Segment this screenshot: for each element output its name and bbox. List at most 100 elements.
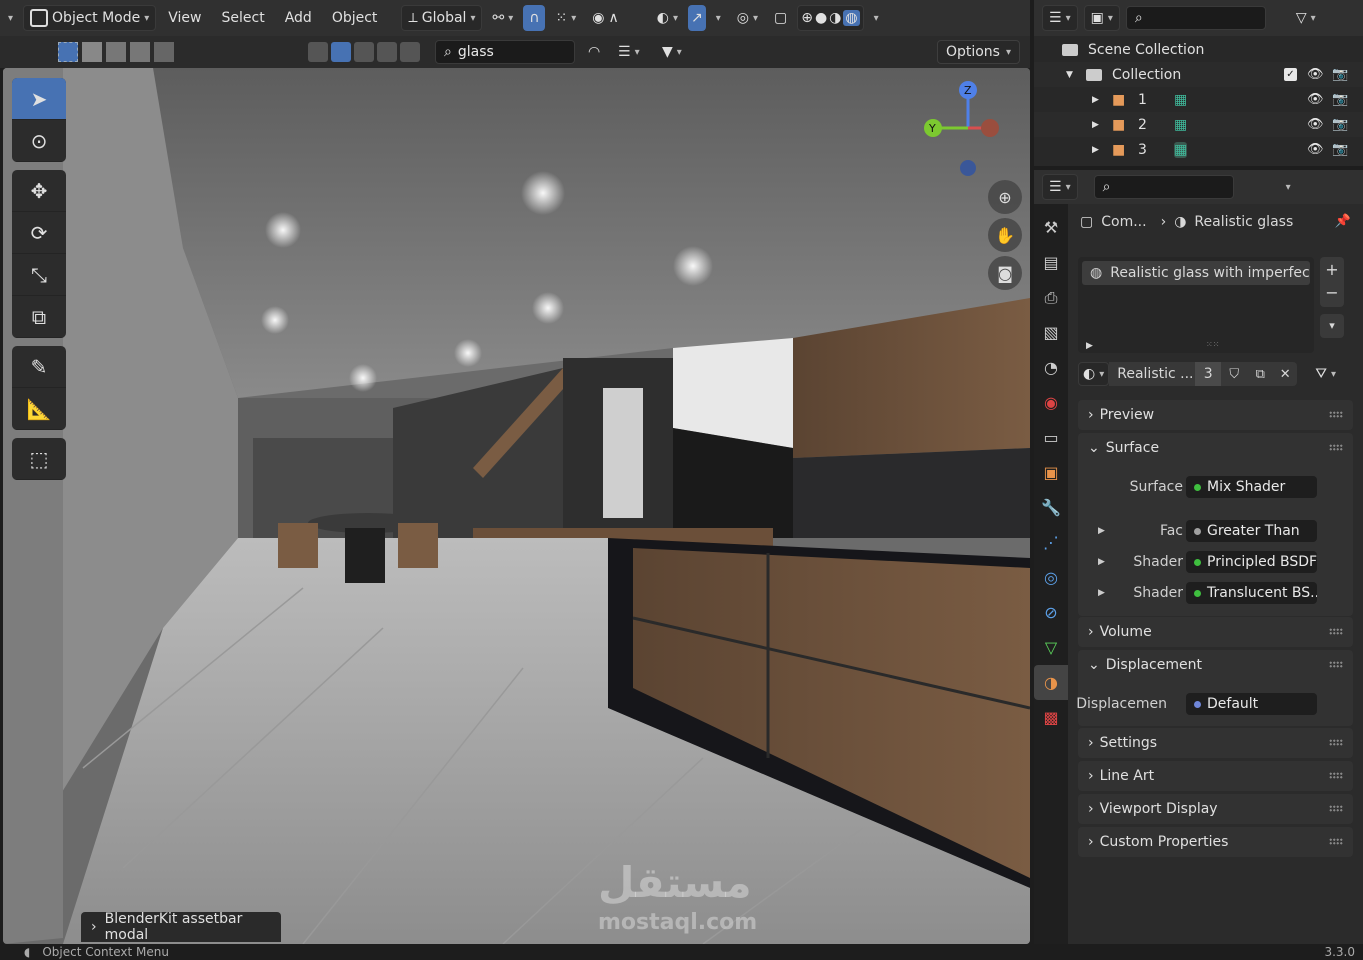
world-filter-icon[interactable] [377,42,397,62]
view-layer-tab-icon[interactable]: ▧ [1034,315,1068,350]
drag-handle-icon[interactable] [1329,805,1343,812]
eye-icon[interactable]: 👁 [1307,92,1324,107]
eye-icon[interactable]: 👁 [1307,142,1324,157]
outliner-scene-collection[interactable]: Scene Collection [1034,37,1363,62]
expand-right-icon[interactable]: ▶ [1092,145,1099,155]
properties-search-input[interactable]: ⌕ [1093,175,1234,199]
camera-view-icon[interactable]: ◙ [988,256,1022,290]
displacement-panel-header[interactable]: ⌄ Displacement [1078,650,1353,680]
tool-tab-icon[interactable]: ⚒ [1034,210,1068,245]
drag-handle-icon[interactable] [1329,628,1343,635]
wireframe-shading-icon[interactable]: ⊕ [801,10,813,26]
scale-tool-icon[interactable]: ⤡ [12,254,66,296]
asset-search-input[interactable]: ⌕ glass [435,40,575,64]
camera-icon[interactable]: 📷 [1332,67,1348,82]
displacement-socket-field[interactable]: Default [1186,693,1317,715]
transform-orientation-dropdown[interactable]: ⟂ Global ▾ [401,5,483,31]
output-tab-icon[interactable]: ⎙ [1034,280,1068,315]
shader-socket-field[interactable]: Greater Than [1186,520,1317,542]
gizmo-x-axis[interactable] [981,119,999,137]
material-link-dropdown[interactable]: ⛛ ▾ [1309,361,1342,387]
slot-specials-dropdown[interactable]: ▾ [1320,314,1344,338]
transform-tool-icon[interactable]: ⧉ [12,296,66,338]
select-subtract-icon[interactable] [106,42,126,62]
fake-user-icon[interactable]: ⛉ [1221,362,1248,386]
expand-down-icon[interactable]: ▼ [1066,70,1073,80]
drag-handle-icon[interactable] [1329,739,1343,746]
cursor-tool-icon[interactable]: ⊙ [12,120,66,162]
mode-dropdown[interactable]: Object Mode ▾ [23,5,157,31]
material-tab-icon[interactable]: ◑ [1034,665,1068,700]
gizmo-dropdown[interactable]: ▾ [710,5,727,31]
eye-icon[interactable]: 👁 [1307,67,1324,82]
pan-hand-icon[interactable]: ✋ [988,218,1022,252]
outliner-item-1[interactable]: ▶ ■ 1 ▦ 👁 📷 [1034,87,1363,112]
unlink-icon[interactable]: ✕ [1273,362,1298,386]
render-tab-icon[interactable]: ▤ [1034,245,1068,280]
drag-handle-icon[interactable] [1329,661,1343,668]
outliner-item-3[interactable]: ▶ ■ 3 ▦ 👁 📷 [1034,137,1363,162]
pivot-point-dropdown[interactable]: ⚯ ▾ [486,5,519,31]
scene-filter-icon[interactable] [400,42,420,62]
gizmo-neg-z-axis[interactable] [960,160,976,176]
properties-options-dropdown[interactable]: ▾ [1280,174,1297,200]
surface-panel-header[interactable]: ⌄ Surface [1078,433,1353,463]
options-dropdown[interactable]: Options ▾ [936,40,1020,64]
move-tool-icon[interactable]: ✥ [12,170,66,212]
outliner-search-input[interactable]: ⌕ [1125,6,1266,30]
camera-icon[interactable]: 📷 [1332,92,1348,107]
texture-tab-icon[interactable]: ▩ [1034,700,1068,735]
properties-editor-type[interactable]: ☰ ▾ [1042,174,1078,200]
select-intersect-icon[interactable] [154,42,174,62]
gizmo-toggle[interactable]: ↗ [687,5,706,31]
drag-handle-icon[interactable] [1329,772,1343,779]
world-tab-icon[interactable]: ◉ [1034,385,1068,420]
preview-panel[interactable]: › Preview [1078,400,1353,430]
visibility-dropdown[interactable]: ◐ ▾ [651,5,684,31]
filter-dropdown[interactable]: ▼ ▾ [656,39,688,65]
custom-properties-panel[interactable]: › Custom Properties [1078,827,1353,857]
expand-right-icon[interactable]: ▶ [1098,557,1105,567]
particles-tab-icon[interactable]: ⋰ [1034,525,1068,560]
outliner-filter-dropdown[interactable]: ▽ ▾ [1290,5,1322,31]
expand-right-icon[interactable]: ▶ [1098,526,1105,536]
duplicate-icon[interactable]: ⧉ [1247,362,1274,386]
modifier-tab-icon[interactable]: 🔧 [1034,490,1068,525]
checkbox-icon[interactable]: ✓ [1284,68,1297,81]
object-tab-icon[interactable]: ▣ [1034,455,1068,490]
expand-right-icon[interactable]: ▶ [1092,120,1099,130]
rotate-tool-icon[interactable]: ⟳ [12,212,66,254]
expand-right-icon[interactable]: ▶ [1098,588,1105,598]
collection-tab-icon[interactable]: ▭ [1034,420,1068,455]
pin-icon[interactable]: 📌 [1335,214,1351,229]
camera-icon[interactable]: 📷 [1332,142,1348,157]
annotate-tool-icon[interactable]: ✎ [12,346,66,388]
constraints-tab-icon[interactable]: ⊘ [1034,595,1068,630]
editor-type-button[interactable]: ▾ [2,5,19,31]
overlays-toggle[interactable]: ◎ ▾ [731,5,764,31]
remove-slot-button[interactable]: − [1320,282,1344,307]
shader-socket-field[interactable]: Translucent BS... [1186,582,1317,604]
asset-bar-toggle[interactable]: ◠ [582,39,606,65]
drag-handle-icon[interactable] [1329,444,1343,451]
menu-select[interactable]: Select [214,5,273,31]
material-filter-icon[interactable] [331,42,351,62]
shader-socket-field[interactable]: Principled BSDF [1186,551,1317,573]
add-slot-button[interactable]: + [1320,257,1344,282]
object-data-tab-icon[interactable]: ▽ [1034,630,1068,665]
select-invert-icon[interactable] [130,42,150,62]
proportional-edit-toggle[interactable]: ◉ ∧ [586,5,624,31]
outliner-editor-type[interactable]: ☰ ▾ [1042,5,1078,31]
material-shading-icon[interactable]: ◑ [829,10,841,26]
3d-viewport[interactable]: Z Y ⊕ ✋ ◙ مستقل mostaql.com [3,68,1030,944]
material-name-field[interactable]: Realistic ... [1109,362,1196,386]
expand-right-icon[interactable]: ▶ [1092,95,1099,105]
display-mode-dropdown[interactable]: ▣ ▾ [1083,5,1120,31]
select-extend-icon[interactable] [82,42,102,62]
snap-target-dropdown[interactable]: ⁙ ▾ [549,5,582,31]
resize-handle-icon[interactable]: ⁙⁙ [1206,340,1219,349]
browse-material-dropdown[interactable]: ◐ ▾ [1078,362,1110,386]
outliner-item-2[interactable]: ▶ ■ 2 ▦ 👁 📷 [1034,112,1363,137]
menu-object[interactable]: Object [324,5,386,31]
settings-panel[interactable]: › Settings [1078,728,1353,758]
